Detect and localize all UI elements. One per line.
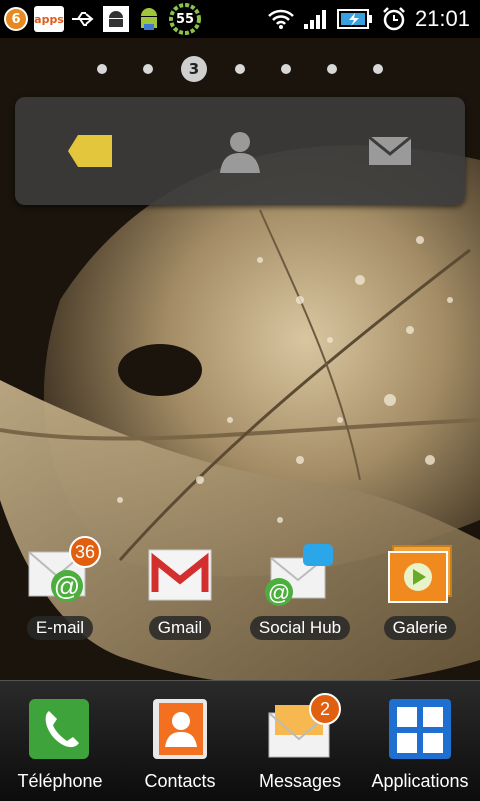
signal-icon: [303, 8, 329, 30]
page-dot[interactable]: [79, 56, 125, 82]
messages-badge: 2: [309, 693, 341, 725]
shortcut-widget: [15, 97, 465, 205]
usb-icon: [70, 9, 96, 29]
android-debug-icon: [102, 5, 130, 33]
app-label: Messages: [258, 771, 342, 791]
messages-icon: 2: [265, 693, 341, 767]
email-badge: 36: [69, 536, 101, 568]
gallery-icon: [385, 540, 455, 610]
android-robot-icon: [136, 4, 162, 34]
battery-charging-icon: [336, 8, 373, 30]
app-label: Gmail: [148, 616, 212, 640]
app-label: Téléphone: [17, 771, 103, 791]
mail-button[interactable]: [340, 111, 440, 191]
page-dot[interactable]: [355, 56, 401, 82]
gmail-icon: [145, 540, 215, 610]
app-label: Social Hub: [249, 616, 351, 640]
social-hub-icon: @: [265, 540, 335, 610]
home-app-row: @ 36 E-mail Gmail @ Social Hub Galerie: [0, 536, 480, 640]
phone-icon: [25, 697, 95, 767]
battery-widget-icon: 55: [168, 2, 202, 36]
alarm-icon: [381, 6, 407, 32]
page-dot[interactable]: [263, 56, 309, 82]
page-dot-current[interactable]: 3: [171, 56, 217, 82]
dock: Téléphone Contacts 2 Messages Applicatio…: [0, 680, 480, 801]
app-gmail[interactable]: Gmail: [120, 540, 240, 640]
app-label: Applications: [371, 771, 469, 791]
dock-contacts[interactable]: Contacts: [120, 681, 240, 801]
app-gallery[interactable]: Galerie: [360, 540, 480, 640]
contact-button[interactable]: [190, 111, 290, 191]
svg-text:@: @: [54, 571, 80, 601]
note-icon: [68, 135, 112, 167]
contacts-icon: [145, 697, 215, 767]
mail-icon: [368, 136, 412, 165]
app-label: Contacts: [144, 771, 216, 791]
status-clock: 21:01: [414, 6, 470, 31]
wifi-icon: [267, 8, 295, 30]
app-label: Galerie: [383, 616, 457, 640]
contact-icon: [220, 132, 260, 173]
page-dot[interactable]: [309, 56, 355, 82]
notification-count-badge: 6: [4, 7, 28, 31]
apps-notification-icon: apps: [34, 6, 64, 32]
email-icon: @ 36: [25, 536, 101, 610]
dock-applications[interactable]: Applications: [360, 681, 480, 801]
page-dot[interactable]: [125, 56, 171, 82]
dock-messages[interactable]: 2 Messages: [240, 681, 360, 801]
dock-phone[interactable]: Téléphone: [0, 681, 120, 801]
app-email[interactable]: @ 36 E-mail: [0, 536, 120, 640]
svg-text:@: @: [268, 580, 290, 605]
app-social-hub[interactable]: @ Social Hub: [240, 540, 360, 640]
page-indicator[interactable]: 3: [0, 56, 480, 82]
page-dot[interactable]: [217, 56, 263, 82]
battery-widget-value: 55: [175, 11, 195, 27]
applications-icon: [385, 697, 455, 767]
app-label: E-mail: [26, 616, 94, 640]
status-bar: 6 apps 55 21:01: [0, 0, 480, 38]
note-button[interactable]: [40, 111, 140, 191]
current-page-number: 3: [181, 56, 207, 82]
